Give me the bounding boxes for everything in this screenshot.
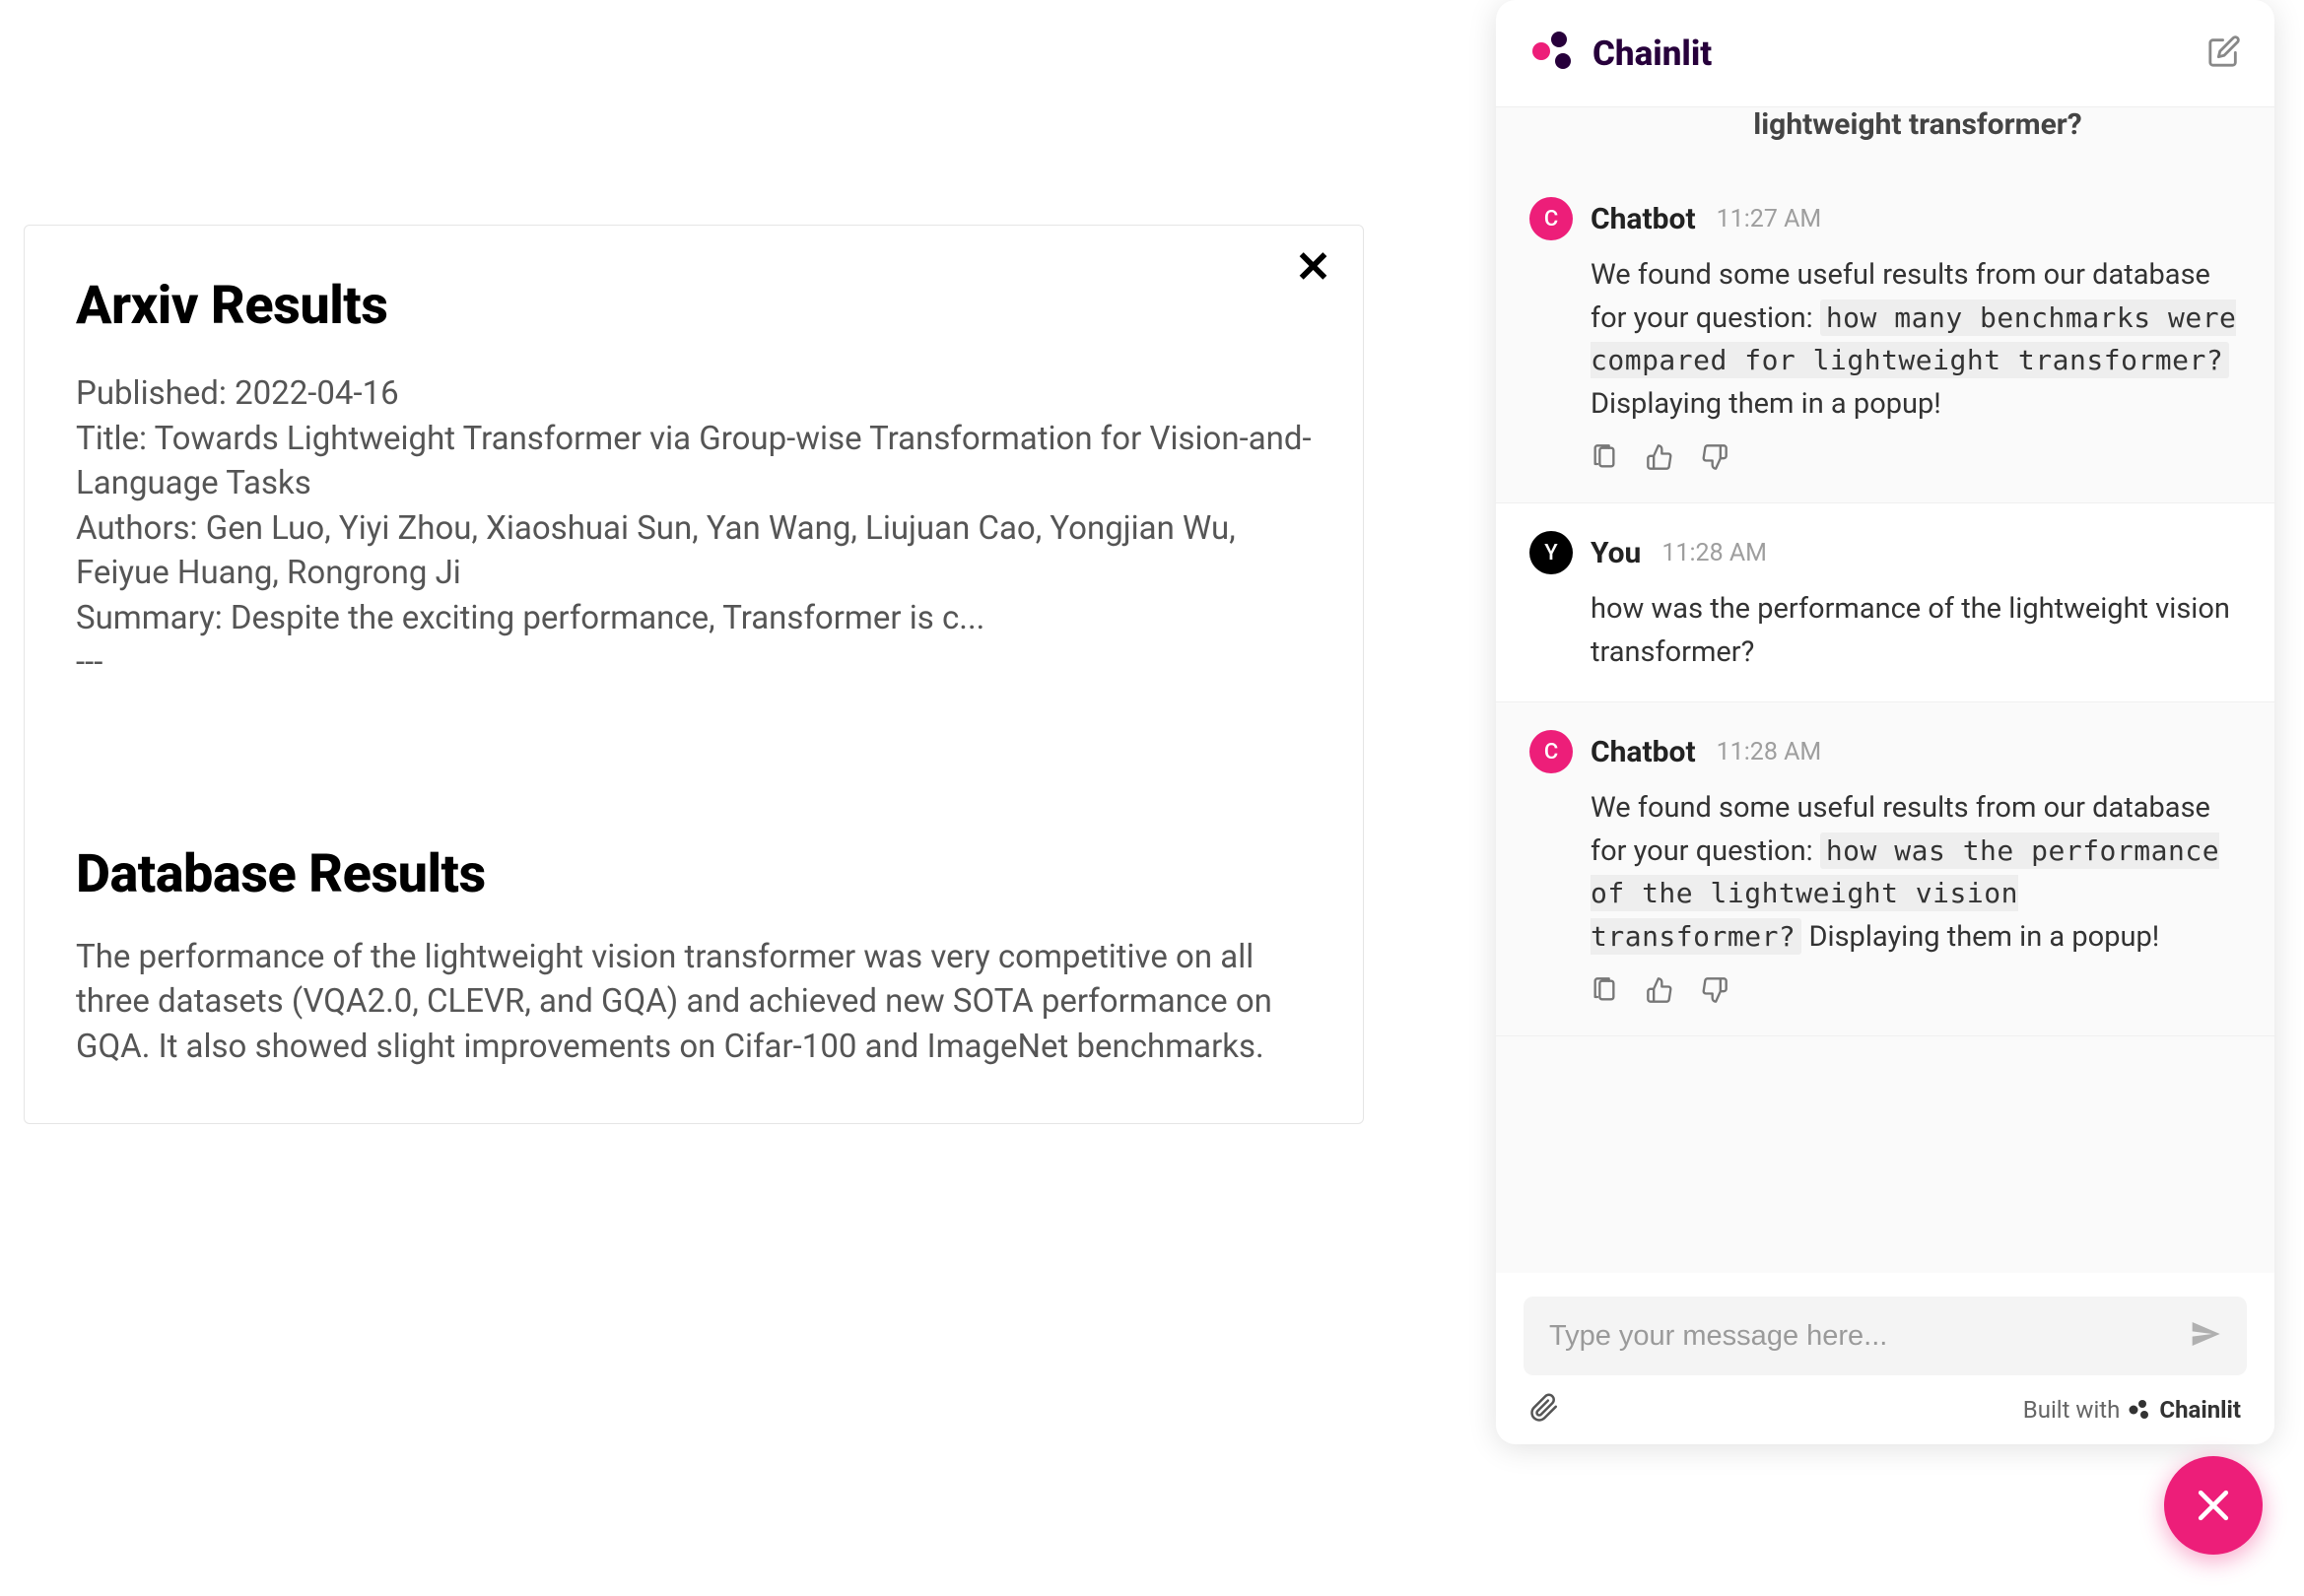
message-author: You — [1591, 536, 1641, 570]
built-with-name: Chainlit — [2159, 1396, 2241, 1424]
clipboard-icon[interactable] — [1591, 443, 1618, 475]
avatar: C — [1529, 730, 1573, 773]
message-body: We found some useful results from our da… — [1591, 787, 2241, 959]
chat-input-box — [1524, 1297, 2247, 1375]
message-body: We found some useful results from our da… — [1591, 254, 2241, 426]
message-time: 11:28 AM — [1717, 738, 1822, 766]
chat-header: Chainlit — [1496, 0, 2274, 107]
message-user: Y You 11:28 AM how was the performance o… — [1496, 503, 2274, 702]
chainlit-small-logo-icon — [2128, 1398, 2151, 1422]
chat-brand-text: Chainlit — [1592, 33, 1712, 74]
chat-input-area: Built with Chainlit — [1496, 1273, 2274, 1444]
message-author: Chatbot — [1591, 202, 1696, 236]
arxiv-results-heading: Arxiv Results — [76, 275, 1312, 337]
message-body: how was the performance of the lightweig… — [1591, 588, 2241, 674]
thumbs-down-icon[interactable] — [1701, 976, 1728, 1008]
close-fab-button[interactable] — [2164, 1456, 2263, 1555]
results-popup: ✕ Arxiv Results Published: 2022-04-16 Ti… — [24, 225, 1364, 1124]
message-text-suffix: Displaying them in a popup! — [1801, 920, 2159, 954]
attachment-icon[interactable] — [1529, 1393, 1559, 1427]
thumbs-up-icon[interactable] — [1646, 976, 1673, 1008]
database-results-heading: Database Results — [76, 843, 1312, 905]
chainlit-logo-icon — [1529, 28, 1577, 79]
message-time: 11:28 AM — [1661, 539, 1767, 567]
message-actions — [1591, 976, 2241, 1008]
message-input[interactable] — [1549, 1320, 2190, 1353]
arxiv-title: Title: Towards Lightweight Transformer v… — [76, 417, 1312, 506]
messages-list[interactable]: lightweight transformer? C Chatbot 11:27… — [1496, 107, 2274, 1273]
close-icon[interactable]: ✕ — [1295, 245, 1331, 289]
message-text-suffix: Displaying them in a popup! — [1591, 387, 1941, 421]
arxiv-authors: Authors: Gen Luo, Yiyi Zhou, Xiaoshuai S… — [76, 506, 1312, 596]
avatar: Y — [1529, 531, 1573, 574]
clipboard-icon[interactable] — [1591, 976, 1618, 1008]
message-bot: C Chatbot 11:27 AM We found some useful … — [1496, 169, 2274, 503]
partial-message-text: lightweight transformer? — [1496, 107, 2274, 169]
chat-logo[interactable]: Chainlit — [1529, 28, 1712, 79]
thumbs-up-icon[interactable] — [1646, 443, 1673, 475]
message-time: 11:27 AM — [1717, 205, 1822, 233]
database-results-body: The performance of the lightweight visio… — [76, 935, 1312, 1070]
thumbs-down-icon[interactable] — [1701, 443, 1728, 475]
send-icon[interactable] — [2190, 1318, 2221, 1354]
message-actions — [1591, 443, 2241, 475]
built-with-link[interactable]: Built with Chainlit — [2023, 1396, 2241, 1424]
built-with-label: Built with — [2023, 1396, 2121, 1424]
edit-icon[interactable] — [2207, 34, 2241, 72]
arxiv-summary: Summary: Despite the exciting performanc… — [76, 596, 1312, 641]
message-bot: C Chatbot 11:28 AM We found some useful … — [1496, 702, 2274, 1036]
avatar: C — [1529, 197, 1573, 240]
arxiv-results-body: Published: 2022-04-16 Title: Towards Lig… — [76, 371, 1312, 686]
chat-panel: Chainlit lightweight transformer? C Chat… — [1496, 0, 2274, 1444]
arxiv-separator: --- — [76, 640, 1312, 686]
arxiv-published: Published: 2022-04-16 — [76, 371, 1312, 417]
message-author: Chatbot — [1591, 735, 1696, 769]
